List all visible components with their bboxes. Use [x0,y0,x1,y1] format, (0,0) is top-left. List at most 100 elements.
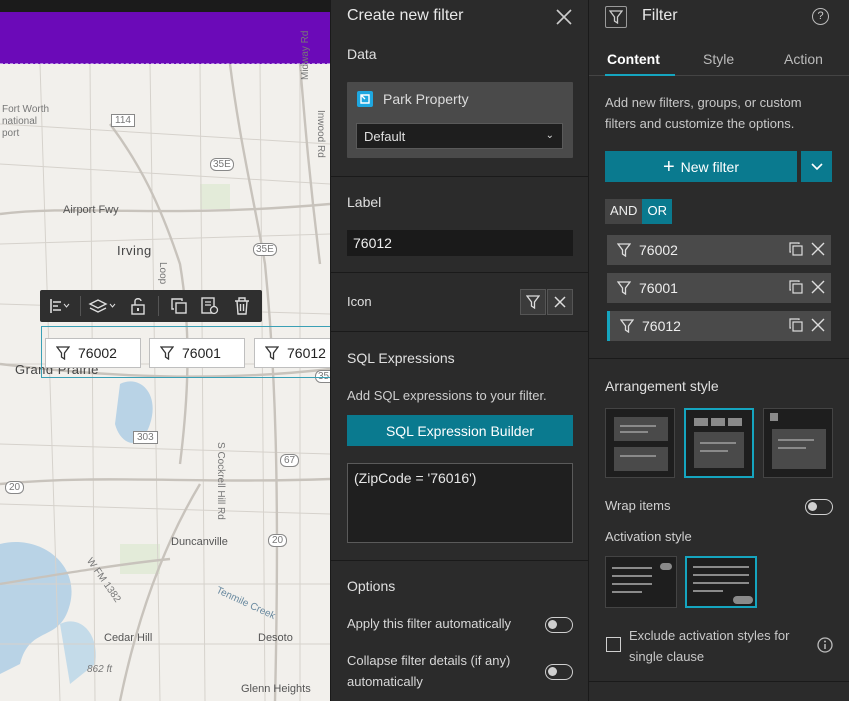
delete-button[interactable] [228,293,256,319]
close-icon[interactable] [811,242,825,256]
wrap-items-label: Wrap items [605,498,671,513]
highway-shield: 35E [253,243,277,256]
copy-icon[interactable] [789,280,803,294]
or-option[interactable]: OR [642,199,672,224]
activation-option-button[interactable] [685,556,757,608]
map-label: port [2,128,20,139]
close-icon[interactable] [811,318,825,332]
copy-icon[interactable] [789,318,803,332]
remove-icon-button[interactable] [547,289,573,315]
sql-description: Add SQL expressions to your filter. [347,388,547,403]
tab-content[interactable]: Content [607,51,660,67]
map-label: Fort Worth [2,104,50,115]
options-section-title: Options [347,578,396,594]
sql-section-title: SQL Expressions [347,350,455,366]
sql-expression-builder-button[interactable]: SQL Expression Builder [347,415,573,446]
app-top-bar [0,0,330,12]
map-label: Loop [157,262,168,285]
close-icon[interactable] [811,280,825,294]
new-filter-button[interactable]: + New filter [605,151,797,182]
logic-operator-toggle: AND OR [605,199,672,224]
map-label: Cedar Hill [104,632,153,644]
filter-chip-label: 76001 [182,345,221,361]
highway-shield: 67 [280,454,300,467]
filter-list-item-selected[interactable]: 76012 [607,311,831,341]
filter-icon [617,281,631,295]
park [120,544,160,574]
copy-icon [171,298,187,314]
filter-chip-label: 76002 [78,345,117,361]
filter-item-label: 76002 [639,242,678,258]
close-icon [554,296,566,308]
filter-icon [56,346,70,360]
map-label: Midway Rd [300,30,311,80]
arrangement-style-title: Arrangement style [605,378,719,394]
panel-title: Filter [642,7,678,24]
collapse-details-toggle[interactable] [545,664,573,680]
collapse-details-label: Collapse filter details (if any) automat… [347,653,511,689]
highway-shield: 20 [268,534,288,547]
sql-expression-textarea[interactable]: (ZipCode = '76016') [347,463,573,543]
header-banner[interactable] [0,12,330,64]
map-basemap [0,64,330,701]
align-icon [50,299,70,313]
data-section-title: Data [347,46,377,62]
create-filter-panel: Create new filter Data Park Property Def… [330,0,590,701]
filter-item-label: 76012 [642,318,681,334]
arrangement-option-block[interactable] [605,408,675,478]
filter-icon [526,295,540,309]
arrangement-option-popper[interactable] [763,408,833,478]
help-icon[interactable]: ? [812,8,829,25]
label-input[interactable]: 76012 [347,230,573,256]
choose-icon-button[interactable] [520,289,546,315]
copy-icon[interactable] [789,242,803,256]
new-filter-dropdown-button[interactable] [801,151,832,182]
settings-tabs: Content Style Action [589,44,849,76]
datasource-box: Park Property Default ⌄ [347,82,573,158]
exclude-activation-label: Exclude activation styles for single cla… [629,628,790,664]
view-select[interactable]: Default ⌄ [356,123,563,149]
filter-chip[interactable]: 76002 [45,338,141,368]
align-menu-button[interactable] [46,293,74,319]
highway-shield: 35E [210,158,234,171]
chevron-down-icon: ⌄ [545,130,554,141]
arrangement-option-inline[interactable] [684,408,754,478]
filter-list-item[interactable]: 76001 [607,273,831,303]
info-icon[interactable] [817,637,833,653]
and-option[interactable]: AND [605,199,643,224]
activation-style-title: Activation style [605,529,692,544]
panel-title: Create new filter [347,7,464,24]
filter-chip-label: 76012 [287,345,326,361]
apply-auto-label: Apply this filter automatically [347,616,512,631]
layers-menu-button[interactable] [87,293,121,319]
duplicate-button[interactable] [165,293,193,319]
close-icon[interactable] [555,8,573,26]
widget-toolbar [40,290,262,322]
filter-chip[interactable]: 76012 [254,338,330,368]
lake [0,542,72,674]
content-description: Add new filters, groups, or custom filte… [605,95,802,131]
tab-action[interactable]: Action [784,51,823,67]
park [200,184,230,209]
map-label: Irving [117,243,152,258]
map-label: Duncanville [171,536,228,548]
filter-chip[interactable]: 76001 [149,338,245,368]
unlock-icon [131,298,145,315]
apply-auto-toggle[interactable] [545,617,573,633]
filter-list-item[interactable]: 76002 [607,235,831,265]
new-filter-label: New filter [680,158,740,175]
activation-option-toggle[interactable] [605,556,677,608]
datasource-icon [357,91,373,107]
unlock-button[interactable] [124,293,152,319]
wrap-items-toggle[interactable] [805,499,833,515]
tab-style[interactable]: Style [703,51,734,67]
filter-icon [617,243,631,257]
exclude-activation-checkbox[interactable] [606,637,621,652]
icon-section-title: Icon [347,294,372,309]
map-canvas[interactable]: Fort Worth national port Airport Fwy Irv… [0,0,330,701]
layers-icon [88,299,116,313]
filter-settings-panel: Filter ? Content Style Action Add new fi… [589,0,849,701]
view-select-value: Default [364,129,406,144]
map-label: 862 ft [87,664,113,675]
edit-widget-button[interactable] [197,293,225,319]
